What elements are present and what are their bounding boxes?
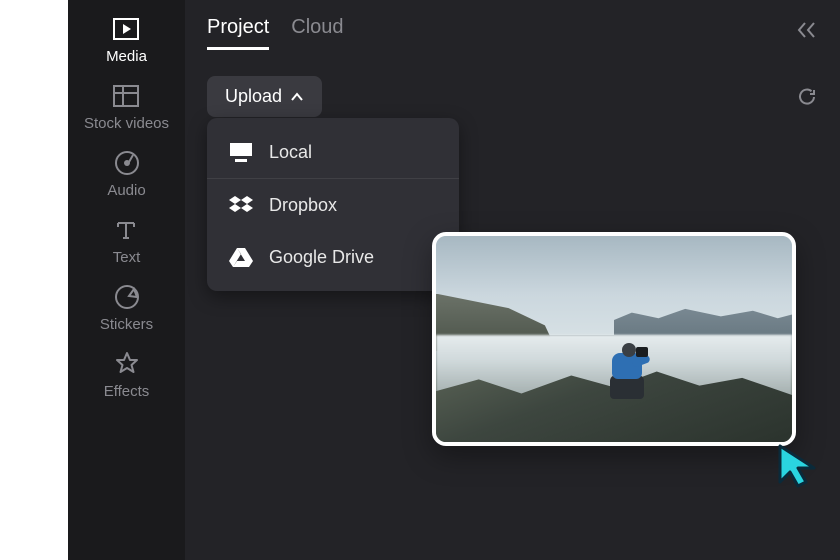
upload-option-local[interactable]: Local <box>207 126 459 179</box>
tab-project[interactable]: Project <box>207 16 269 50</box>
controls-row: Upload <box>207 76 818 117</box>
upload-option-dropbox[interactable]: Dropbox <box>207 179 459 231</box>
dropdown-item-label: Dropbox <box>269 195 337 216</box>
refresh-button[interactable] <box>796 86 818 108</box>
monitor-icon <box>229 140 253 164</box>
dropdown-item-label: Google Drive <box>269 247 374 268</box>
sidebar-item-label: Effects <box>104 383 150 400</box>
dropbox-icon <box>229 193 253 217</box>
sidebar-item-audio[interactable]: Audio <box>107 150 145 199</box>
sidebar-item-label: Stock videos <box>84 115 169 132</box>
cursor-icon <box>776 442 820 490</box>
collapse-panel-button[interactable] <box>796 21 818 45</box>
upload-button-label: Upload <box>225 86 282 107</box>
upload-button[interactable]: Upload <box>207 76 322 117</box>
sidebar-item-text[interactable]: Text <box>113 217 141 266</box>
sidebar-item-label: Text <box>113 249 141 266</box>
chevron-up-icon <box>290 92 304 102</box>
sidebar-item-label: Media <box>106 48 147 65</box>
tabs-row: Project Cloud <box>207 16 818 50</box>
sidebar-item-label: Audio <box>107 182 145 199</box>
sidebar-item-stickers[interactable]: Stickers <box>100 284 153 333</box>
effects-icon <box>114 351 140 377</box>
thumbnail-person <box>600 335 658 399</box>
refresh-icon <box>796 86 818 108</box>
sidebar-item-stock-videos[interactable]: Stock videos <box>84 83 169 132</box>
sidebar-item-media[interactable]: Media <box>106 16 147 65</box>
stickers-icon <box>114 284 140 310</box>
sidebar-item-effects[interactable]: Effects <box>104 351 150 400</box>
dropdown-item-label: Local <box>269 142 312 163</box>
media-thumbnail[interactable] <box>432 232 796 446</box>
stock-videos-icon <box>113 83 139 109</box>
media-icon <box>113 16 139 42</box>
google-drive-icon <box>229 245 253 269</box>
upload-dropdown: Local Dropbox Google Drive <box>207 118 459 291</box>
sidebar-item-label: Stickers <box>100 316 153 333</box>
tabs: Project Cloud <box>207 16 344 50</box>
audio-icon <box>114 150 140 176</box>
tab-cloud[interactable]: Cloud <box>291 16 343 50</box>
sidebar: Media Stock videos Audio Text Stickers <box>68 0 185 560</box>
text-icon <box>113 217 139 243</box>
upload-option-google-drive[interactable]: Google Drive <box>207 231 459 283</box>
